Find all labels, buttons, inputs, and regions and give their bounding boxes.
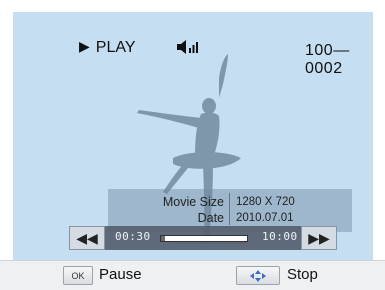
date-label: Date	[197, 211, 224, 225]
camera-playback-screen: ▶ PLAY 100—0002 Movie Size 1280 X 720 Dat…	[0, 0, 385, 290]
speaker-volume-icon	[177, 40, 198, 54]
movie-size-label: Movie Size	[162, 195, 224, 209]
progress-fill	[161, 236, 166, 241]
rewind-button[interactable]: ◀◀	[69, 226, 105, 250]
video-preview: ▶ PLAY 100—0002 Movie Size 1280 X 720 Dat…	[13, 12, 373, 260]
ok-key-icon: OK	[63, 266, 93, 285]
elapsed-time: 00:30	[115, 230, 151, 243]
movie-size-value: 1280 X 720	[236, 196, 295, 208]
pause-label: Pause	[99, 266, 142, 283]
button-guide-bar	[0, 260, 385, 290]
total-time: 10:00	[262, 230, 298, 243]
date-value: 2010.07.01	[236, 212, 294, 224]
rewind-icon: ◀◀	[76, 229, 98, 246]
fast-forward-icon: ▶▶	[308, 229, 330, 246]
fast-forward-button[interactable]: ▶▶	[301, 226, 337, 250]
stop-label: Stop	[287, 266, 318, 283]
playback-mode-indicator: ▶ PLAY	[79, 38, 136, 57]
mode-label: PLAY	[95, 39, 136, 56]
info-divider	[229, 193, 230, 225]
file-number: 100—0002	[305, 42, 350, 77]
directional-pad-icon	[236, 266, 280, 285]
progress-bar[interactable]	[160, 235, 248, 242]
play-triangle-icon: ▶	[79, 38, 90, 54]
